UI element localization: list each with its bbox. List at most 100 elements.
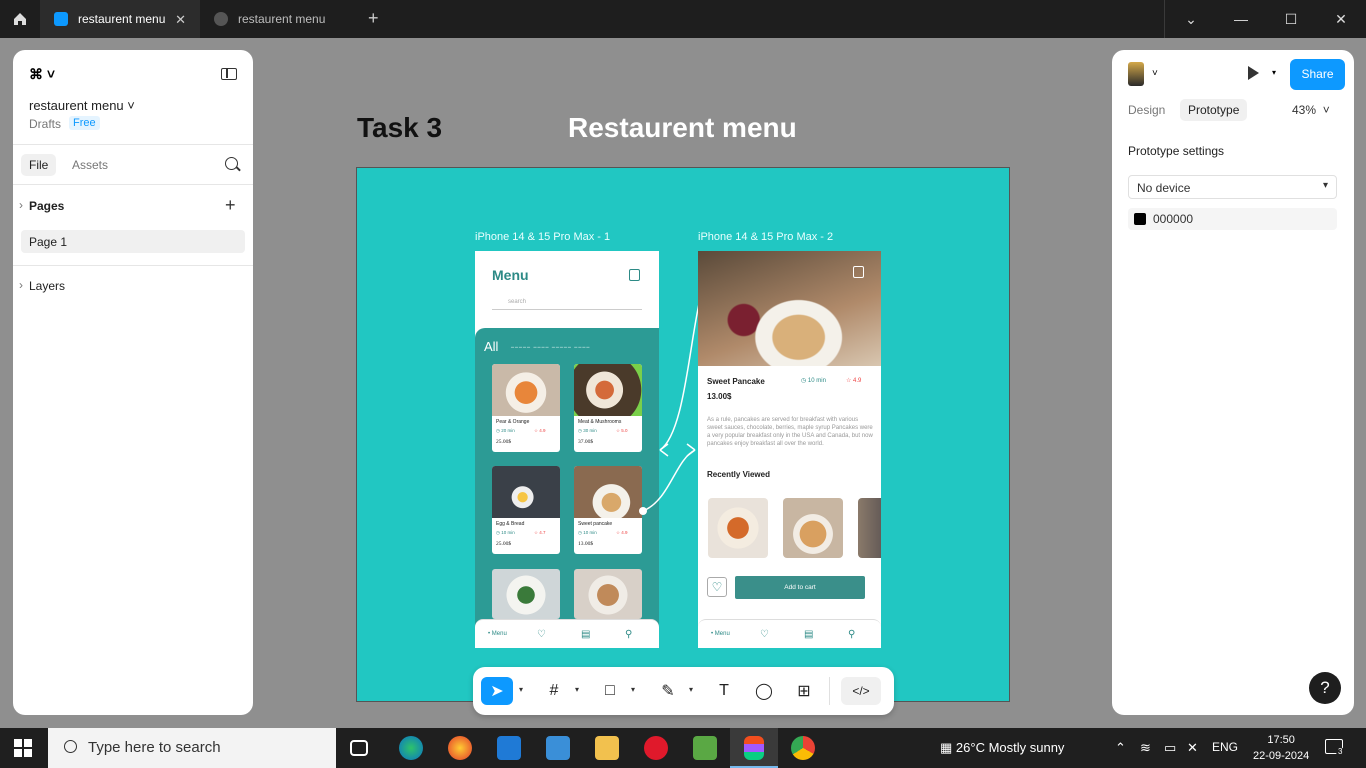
page-item[interactable]: Page 1 bbox=[21, 230, 245, 253]
file-location[interactable]: Drafts bbox=[29, 117, 61, 131]
language-indicator[interactable]: ENG bbox=[1212, 740, 1238, 754]
divider bbox=[13, 184, 253, 185]
text-tool-icon[interactable]: T bbox=[711, 677, 737, 705]
layers-section[interactable]: Layers bbox=[19, 278, 65, 293]
figma-taskbar-item[interactable] bbox=[730, 728, 778, 768]
dev-mode-icon[interactable]: </> bbox=[841, 677, 881, 705]
clock[interactable]: 17:50 22-09-2024 bbox=[1253, 732, 1309, 764]
zoom-control[interactable]: 43% ˅ bbox=[1292, 103, 1330, 117]
chevron-down-icon[interactable]: ▾ bbox=[1272, 68, 1276, 77]
sidebar-toggle-icon[interactable] bbox=[221, 68, 237, 80]
home-icon[interactable] bbox=[0, 0, 40, 38]
avatar[interactable] bbox=[1128, 62, 1144, 86]
chrome-icon[interactable] bbox=[791, 736, 815, 760]
color-swatch[interactable] bbox=[1134, 213, 1146, 225]
weather-widget[interactable]: ▦ 26°C Mostly sunny bbox=[940, 740, 1064, 756]
favorite-icon: ♡ bbox=[707, 577, 727, 597]
close-icon[interactable]: ✕ bbox=[175, 12, 186, 28]
pen-tool-icon[interactable]: ✎ bbox=[655, 677, 681, 705]
chevron-down-icon: ▾ bbox=[1322, 180, 1328, 191]
tab-label: restaurent menu bbox=[78, 12, 166, 26]
canvas-text-task[interactable]: Task 3 bbox=[357, 112, 442, 144]
chevron-down-icon[interactable]: ▾ bbox=[631, 685, 635, 694]
mail-icon[interactable] bbox=[497, 736, 521, 760]
dish-title: Sweet Pancake bbox=[707, 377, 765, 386]
recent-item-image bbox=[783, 498, 843, 558]
chevron-up-icon[interactable]: ⌃ bbox=[1115, 740, 1126, 756]
edge-icon[interactable] bbox=[399, 736, 423, 760]
store-icon[interactable] bbox=[546, 736, 570, 760]
add-page-icon[interactable]: + bbox=[225, 195, 236, 216]
chevron-down-icon[interactable]: ▾ bbox=[575, 685, 579, 694]
recently-viewed-title: Recently Viewed bbox=[707, 470, 770, 479]
card-rating: ☆ 5.0 bbox=[616, 428, 628, 433]
help-button[interactable]: ? bbox=[1309, 672, 1341, 704]
card-name: Egg & Bread bbox=[496, 521, 525, 527]
maximize-icon[interactable]: ☐ bbox=[1266, 0, 1316, 38]
tab-prototype[interactable]: Prototype bbox=[1180, 99, 1248, 121]
battery-icon[interactable]: ▭ bbox=[1164, 740, 1176, 756]
background-color-field[interactable]: 000000 bbox=[1128, 208, 1337, 230]
clock-date: 22-09-2024 bbox=[1253, 750, 1310, 762]
folder-icon[interactable] bbox=[595, 736, 619, 760]
divider bbox=[829, 677, 830, 705]
tab-design[interactable]: Design bbox=[1128, 103, 1165, 117]
node-icon[interactable] bbox=[693, 736, 717, 760]
opera-icon[interactable] bbox=[644, 736, 668, 760]
firefox-icon[interactable] bbox=[448, 736, 472, 760]
resources-tool-icon[interactable]: ⊞ bbox=[791, 677, 817, 705]
figma-icon bbox=[744, 736, 764, 760]
phone-frame-2[interactable]: Sweet Pancake ◷ 10 min ☆ 4.9 13.00$ As a… bbox=[698, 251, 881, 648]
chevron-down-icon[interactable]: ˅ bbox=[1152, 68, 1158, 79]
windows-start-icon[interactable] bbox=[14, 739, 32, 757]
notification-icon[interactable]: 3 bbox=[1325, 739, 1345, 756]
tab-file[interactable]: File bbox=[21, 154, 57, 176]
user-icon: ⚲ bbox=[625, 629, 633, 640]
food-card: Pear & Orange ◷ 20 min ☆ 4.9 25.00$ bbox=[492, 364, 560, 452]
frame-label-1[interactable]: iPhone 14 & 15 Pro Max - 1 bbox=[475, 231, 610, 243]
bag-icon bbox=[853, 266, 864, 278]
frame-label-2[interactable]: iPhone 14 & 15 Pro Max - 2 bbox=[698, 231, 833, 243]
close-window-icon[interactable]: ✕ bbox=[1316, 0, 1366, 38]
file-name[interactable]: restaurent menu ˅ bbox=[29, 98, 135, 113]
minimize-icon[interactable]: — bbox=[1216, 0, 1266, 38]
task-view-icon[interactable] bbox=[350, 740, 368, 756]
card-rating: ☆ 4.7 bbox=[534, 530, 546, 535]
prototype-settings-title: Prototype settings bbox=[1128, 144, 1225, 158]
present-icon[interactable] bbox=[1248, 66, 1259, 80]
dish-description: As a rule, pancakes are served for break… bbox=[707, 417, 873, 447]
device-select[interactable]: No device ▾ bbox=[1128, 175, 1337, 199]
new-tab-icon[interactable]: + bbox=[368, 8, 379, 29]
play-icon bbox=[214, 12, 228, 26]
nav-menu-label: • Menu bbox=[488, 631, 507, 637]
taskbar: Type here to search ▦ 26°C Mostly sunny … bbox=[0, 728, 1366, 768]
canvas-text-title[interactable]: Restaurent menu bbox=[568, 112, 797, 144]
share-button[interactable]: Share bbox=[1290, 59, 1345, 90]
divider bbox=[13, 265, 253, 266]
comment-tool-icon[interactable]: ◯ bbox=[751, 677, 777, 705]
chevron-down-icon[interactable]: ▾ bbox=[519, 685, 523, 694]
chevron-down-icon[interactable]: ▾ bbox=[689, 685, 693, 694]
volume-mute-icon[interactable]: ✕ bbox=[1187, 740, 1198, 756]
rectangle-tool-icon[interactable]: □ bbox=[597, 677, 623, 705]
card-time: ◷ 20 min bbox=[496, 428, 515, 433]
card-time: ◷ 30 min bbox=[578, 428, 597, 433]
card-price: 13.00$ bbox=[578, 541, 594, 547]
food-image bbox=[574, 569, 642, 619]
tab-active[interactable]: restaurent menu ✕ bbox=[40, 0, 200, 38]
food-image bbox=[492, 569, 560, 619]
taskbar-search[interactable]: Type here to search bbox=[48, 728, 336, 768]
tab-prototype[interactable]: restaurent menu bbox=[200, 0, 360, 38]
search-icon[interactable] bbox=[225, 157, 238, 170]
card-price: 25.00$ bbox=[496, 439, 512, 445]
frame-tool-icon[interactable]: # bbox=[541, 677, 567, 705]
figma-menu-icon[interactable]: ⌘ ˅ bbox=[29, 66, 55, 83]
figma-file-icon bbox=[54, 12, 68, 26]
title-bar: restaurent menu ✕ restaurent menu + ⌄ — … bbox=[0, 0, 1366, 38]
tab-assets[interactable]: Assets bbox=[72, 158, 108, 172]
chevron-down-icon[interactable]: ⌄ bbox=[1166, 0, 1216, 38]
plan-badge[interactable]: Free bbox=[69, 116, 100, 130]
move-tool-icon[interactable]: ➤ bbox=[481, 677, 513, 705]
pages-section[interactable]: Pages bbox=[19, 198, 64, 213]
network-icon[interactable]: ≋ bbox=[1140, 740, 1151, 756]
